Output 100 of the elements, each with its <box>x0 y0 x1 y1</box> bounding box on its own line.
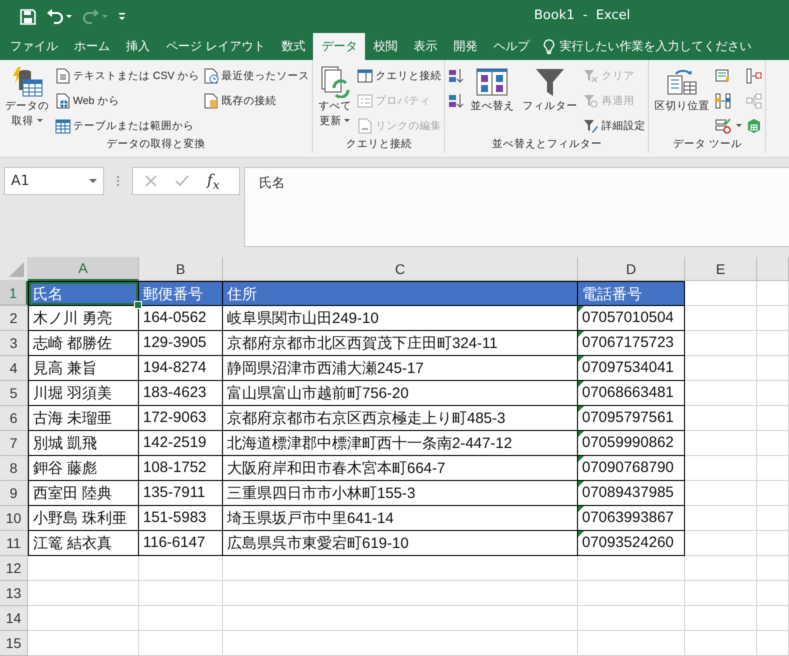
table-cell: 別城 凱飛 <box>28 431 139 456</box>
validation-icon <box>715 118 732 134</box>
row-header[interactable]: 10 <box>0 506 28 531</box>
lightbulb-icon <box>543 38 556 54</box>
formula-field[interactable]: 氏名 <box>244 167 789 247</box>
column-header[interactable]: D <box>578 257 685 281</box>
empty-cell <box>757 431 789 456</box>
caret-icon <box>89 179 97 183</box>
table-cell: 07057010504 <box>578 306 685 331</box>
ribbon-tab[interactable]: 挿入 <box>118 33 158 60</box>
ribbon-tab[interactable]: 校閲 <box>365 33 406 60</box>
table-range-button[interactable]: テーブルまたは範囲から <box>54 114 200 137</box>
row-header[interactable]: 7 <box>0 431 28 456</box>
ribbon-tab[interactable]: ファイル <box>2 33 66 60</box>
row-header[interactable]: 14 <box>0 606 28 631</box>
column-header[interactable]: C <box>223 257 578 281</box>
group-label: クエリと接続 <box>344 137 413 152</box>
table-cell: 志崎 都勝佐 <box>28 331 139 356</box>
text-to-columns-button[interactable]: 区切り位置 <box>651 64 712 132</box>
row-header[interactable]: 11 <box>0 531 28 556</box>
funnel-refresh-icon <box>583 92 600 108</box>
save-button[interactable] <box>18 6 38 26</box>
row-header[interactable]: 3 <box>0 331 28 356</box>
row-header[interactable]: 8 <box>0 456 28 481</box>
refresh-all-button[interactable]: すべて 更新 <box>315 64 354 132</box>
table-cell: 183-4623 <box>139 381 223 406</box>
text-csv-button[interactable]: テキストまたは CSV から <box>54 64 200 87</box>
row-header[interactable]: 4 <box>0 356 28 381</box>
empty-cell <box>685 356 757 381</box>
web-button[interactable]: Web から <box>54 89 200 112</box>
table-icon <box>55 118 71 134</box>
row-header[interactable]: 13 <box>0 581 28 606</box>
empty-cell <box>757 356 789 381</box>
table-cell: 鉀谷 藤彪 <box>28 456 139 481</box>
get-data-button[interactable]: データの 取得 <box>2 64 52 132</box>
column-header[interactable]: B <box>139 257 223 281</box>
empty-cell <box>757 456 789 481</box>
table-cell: 大阪府岸和田市春木宮本町664-7 <box>223 456 578 481</box>
row-header[interactable]: 12 <box>0 556 28 581</box>
header-cell: 電話番号 <box>578 281 685 306</box>
table-cell: 172-9063 <box>139 406 223 431</box>
caret-icon <box>66 15 72 18</box>
insert-function-button[interactable]: f$_{x}$ <box>207 170 220 192</box>
table-cell: 富山県富山市越前町756-20 <box>223 381 578 406</box>
group-label: データの取得と変換 <box>106 137 207 152</box>
web-file-icon <box>55 92 71 108</box>
ribbon-tab[interactable]: 数式 <box>273 33 314 60</box>
existing-connections-button[interactable]: 既存の接続 <box>202 89 310 112</box>
filter-button[interactable]: フィルター <box>519 64 580 132</box>
empty-cell <box>757 506 789 531</box>
header-cell: 郵便番号 <box>139 281 223 306</box>
table-cell: 見高 兼旨 <box>28 356 139 381</box>
queries-connections-button[interactable]: クエリと接続 <box>356 64 442 87</box>
text-file-icon <box>55 68 71 84</box>
fill-handle[interactable] <box>134 301 142 309</box>
row-header[interactable]: 1 <box>0 281 28 306</box>
customize-button[interactable] <box>116 10 128 22</box>
table-panel-icon <box>357 68 374 84</box>
row-header[interactable]: 2 <box>0 306 28 331</box>
empty-cell <box>685 606 757 631</box>
ribbon-tab[interactable]: 開発 <box>445 33 486 60</box>
empty-cell <box>757 281 789 306</box>
table-cell: 川堀 羽須美 <box>28 381 139 406</box>
ribbon-tab[interactable]: ページ レイアウト <box>158 33 274 60</box>
advanced-button[interactable]: 詳細設定 <box>582 114 646 137</box>
table-cell: 07093524260 <box>578 531 685 556</box>
row-header[interactable]: 15 <box>0 631 28 656</box>
table-cell: 北海道標津郡中標津町西十一条南2-447-12 <box>223 431 578 456</box>
empty-cell <box>685 481 757 506</box>
table-cell: 埼玉県坂戸市中里641-14 <box>223 506 578 531</box>
funnel-pencil-icon <box>583 118 600 134</box>
empty-cell <box>757 381 789 406</box>
column-header[interactable]: E <box>685 257 757 281</box>
header-cell: 住所 <box>223 281 578 306</box>
column-header[interactable]: A <box>28 257 139 281</box>
table-cell: 広島県呉市東愛宕町619-10 <box>223 531 578 556</box>
table-cell: 江篭 結衣真 <box>28 531 139 556</box>
ribbon-tab[interactable]: 表示 <box>405 33 446 60</box>
name-box[interactable]: A1 <box>4 167 104 195</box>
empty-cell <box>685 531 757 556</box>
row-header[interactable]: 6 <box>0 406 28 431</box>
ribbon-tab[interactable]: データ <box>313 33 366 60</box>
table-cell: 07068663481 <box>578 381 685 406</box>
tell-me-field[interactable]: 実行したい作業を入力してください <box>559 38 752 55</box>
empty-cell <box>757 606 789 631</box>
row-header[interactable]: 5 <box>0 381 28 406</box>
close-icon <box>145 175 157 187</box>
refresh-pages-icon <box>318 66 351 98</box>
empty-cell <box>685 406 757 431</box>
table-cell: 木ノ川 勇亮 <box>28 306 139 331</box>
table-cell: 西室田 陸典 <box>28 481 139 506</box>
table-cell: 129-3905 <box>139 331 223 356</box>
empty-cell <box>757 556 789 581</box>
ribbon-tab[interactable]: ヘルプ <box>485 33 538 60</box>
row-header[interactable]: 9 <box>0 481 28 506</box>
ribbon-tab[interactable]: ホーム <box>66 33 118 60</box>
sort-button[interactable]: 並べ替え <box>467 64 518 132</box>
recent-sources-button[interactable]: 最近使ったソース <box>202 64 310 87</box>
table-cell: 小野島 珠利亜 <box>28 506 139 531</box>
clock-file-icon <box>203 68 220 84</box>
